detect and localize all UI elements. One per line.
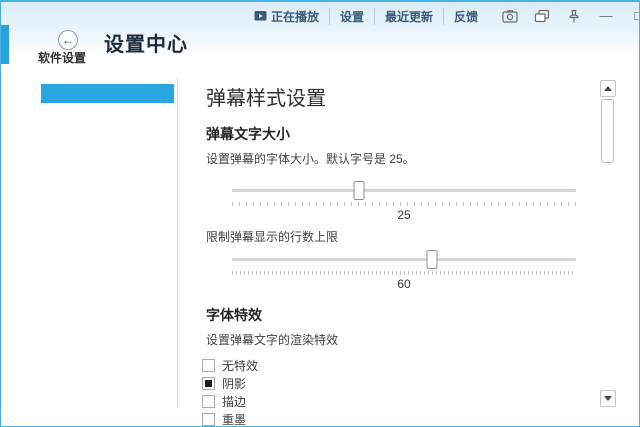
scroll-up-button[interactable] — [600, 80, 616, 97]
font-size-value: 25 — [232, 208, 576, 222]
menu-item-recent-updates[interactable]: 最近更新 — [374, 8, 443, 25]
menu-item-settings[interactable]: 设置 — [329, 8, 374, 25]
page-title: 设置中心 — [104, 28, 188, 57]
row-limit-label: 限制弹幕显示的行数上限 — [206, 228, 600, 245]
sidebar-item[interactable] — [41, 84, 174, 103]
back-arrow-icon: ← — [62, 34, 74, 46]
boss-key-windows-icon[interactable] — [534, 8, 550, 24]
sidebar-item[interactable] — [41, 238, 174, 257]
scrollbar[interactable] — [600, 78, 616, 409]
slider-track[interactable] — [232, 258, 576, 261]
slider-thumb[interactable] — [426, 250, 437, 269]
row-limit-slider[interactable] — [232, 247, 576, 274]
font-size-heading: 弹幕文字大小 — [206, 124, 600, 144]
pin-on-top-icon[interactable] — [566, 8, 582, 24]
checkbox[interactable] — [202, 377, 215, 390]
up-arrow-icon — [604, 86, 612, 91]
titlebar-menu: 正在播放 设置 最近更新 反馈 — [244, 8, 488, 25]
sidebar-item[interactable] — [41, 172, 174, 191]
window-header: 正在播放 设置 最近更新 反馈 — [1, 2, 639, 64]
accent-stripe — [1, 25, 9, 64]
sidebar-item[interactable] — [41, 194, 174, 213]
effect-option-label: 描边 — [222, 393, 246, 410]
menu-item-label: 最近更新 — [385, 8, 433, 25]
effect-option-label: 阴影 — [222, 375, 246, 392]
menu-item-now-playing[interactable]: 正在播放 — [244, 8, 329, 25]
sidebar-item[interactable] — [41, 282, 174, 301]
down-arrow-icon — [604, 396, 612, 401]
settings-window: 正在播放 设置 最近更新 反馈 — [0, 0, 640, 427]
menu-item-label: 正在播放 — [271, 8, 319, 25]
row-limit-value: 60 — [232, 277, 576, 291]
page-subtitle: 软件设置 — [38, 49, 86, 66]
menu-item-feedback[interactable]: 反馈 — [443, 8, 488, 25]
checkbox[interactable] — [202, 359, 215, 372]
font-size-slider[interactable] — [232, 178, 576, 205]
effect-option[interactable]: 阴影 — [202, 375, 600, 392]
font-size-description: 设置弹幕的字体大小。默认字号是 25。 — [206, 150, 600, 167]
sidebar-item[interactable] — [41, 150, 174, 169]
slider-ticks — [232, 271, 576, 275]
sidebar-item[interactable] — [41, 348, 174, 367]
slider-ticks — [232, 202, 576, 206]
slider-track[interactable] — [232, 189, 576, 192]
checkbox-mark-icon — [205, 380, 212, 387]
maximize-icon[interactable]: □ — [630, 8, 640, 24]
sidebar-item[interactable] — [41, 260, 174, 279]
scroll-down-button[interactable] — [600, 390, 616, 407]
now-playing-icon — [254, 10, 267, 22]
scrollbar-thumb[interactable] — [601, 99, 614, 163]
sidebar-item[interactable] — [41, 128, 174, 147]
content-title: 弹幕样式设置 — [206, 82, 600, 111]
effect-option-label: 无特效 — [222, 357, 258, 374]
font-effect-heading: 字体特效 — [206, 305, 600, 325]
back-button[interactable]: ← — [58, 30, 78, 50]
sidebar-item[interactable] — [41, 106, 174, 125]
main-content: 弹幕样式设置 弹幕文字大小 设置弹幕的字体大小。默认字号是 25。 25 限制弹… — [202, 72, 600, 427]
font-effect-options: 无特效 阴影 描边 重墨 描边+重墨 — [202, 357, 600, 427]
sidebar-divider — [177, 78, 178, 408]
checkbox[interactable] — [202, 413, 215, 426]
sidebar-item[interactable] — [41, 304, 174, 323]
sidebar-item[interactable] — [41, 370, 174, 389]
effect-option[interactable]: 重墨 — [202, 411, 600, 427]
sidebar-item[interactable] — [41, 326, 174, 345]
checkbox[interactable] — [202, 395, 215, 408]
sidebar-item[interactable] — [41, 216, 174, 235]
font-effect-description: 设置弹幕文字的渲染特效 — [206, 331, 600, 348]
slider-thumb[interactable] — [354, 181, 365, 200]
settings-sidebar — [41, 84, 174, 392]
effect-option-label: 重墨 — [222, 411, 246, 427]
menu-item-label: 反馈 — [454, 8, 478, 25]
effect-option[interactable]: 描边 — [202, 393, 600, 410]
effect-option[interactable]: 无特效 — [202, 357, 600, 374]
menu-item-label: 设置 — [340, 8, 364, 25]
system-icons: — □ × — [502, 8, 640, 24]
minimize-icon[interactable]: — — [598, 8, 614, 24]
titlebar: 正在播放 设置 最近更新 反馈 — [244, 2, 631, 30]
screenshot-camera-icon[interactable] — [502, 8, 518, 24]
